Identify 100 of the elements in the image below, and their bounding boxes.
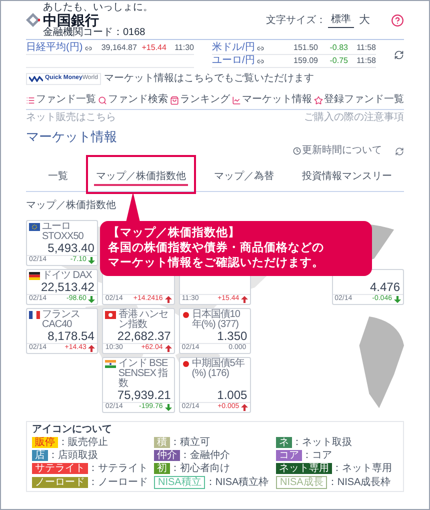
tab[interactable]: マップ／株価指数他 [94,171,188,186]
ticker-name[interactable]: ユーロ/円 [212,56,255,66]
bag-icon [170,96,179,104]
ticker-change: +15.44 [140,42,166,54]
flag-icon [29,311,40,319]
tab[interactable]: 一覧 [46,171,70,186]
refresh-icon[interactable] [395,146,404,156]
legend-badge: コア [276,450,302,461]
flag-icon [105,311,116,319]
index-value: 22,513.42 [41,281,94,294]
section-title: マップ／株価指数他 [26,200,117,212]
tab[interactable]: 投資情報マンスリー [300,171,394,186]
bank-tagline: あしたも、いっしょに。 [43,2,153,12]
ticker-name[interactable]: 米ドル/円 [212,43,255,53]
legend-description: ：販売停止 [58,437,108,448]
up-arrow-icon [241,404,248,411]
ticker-time: 11:30 [174,42,194,54]
legend-description: ：ネット取扱 [292,437,352,448]
down-arrow-icon [88,257,96,264]
link-icon [256,58,264,64]
bank-logo-icon [26,13,40,27]
ticker-value: 159.09 [292,55,318,67]
line-chart-icon [232,96,241,104]
ticker-value: 39,164.87 [100,42,137,54]
down-arrow-icon [88,296,96,303]
legend-badge: 積 [154,437,170,448]
clock-icon [293,147,301,155]
link-icon [84,44,92,52]
bank-code: 金融機関コード：0168 [43,28,146,38]
down-arrow-icon [164,404,172,411]
tab[interactable]: マップ／為替 [212,171,276,186]
search-icon [98,96,107,104]
index-name: ドイツ DAX [42,271,92,281]
list-icon [26,96,35,104]
index-value: 4.476 [370,281,400,294]
font-size-option[interactable]: 標準 [328,12,354,28]
legend-badge: ノーロード [32,477,88,488]
font-size-label: 文字サイズ： [266,14,326,28]
legend-badge: 店 [32,450,48,461]
ticker-time: 11:58 [356,42,376,54]
legend-description: ：NISA成長枠 [327,477,391,488]
down-arrow-icon [394,296,401,303]
flag-icon [182,360,190,368]
wave-logo-icon [29,76,43,82]
bank-name: 中国銀行 [43,12,100,28]
index-name: フランス CAC40 [42,310,81,330]
legend-badge: NISA積立 [154,476,206,489]
flag-icon [182,311,190,319]
legend-badge: サテライト [32,463,88,474]
index-name: ユーロSTOXX50 [42,222,84,242]
index-value: 22,682.37 [117,330,171,343]
nav-link[interactable]: マーケット情報 [232,94,312,106]
up-arrow-icon [164,296,172,303]
callout-text: 【マップ／株価指数他】 [108,226,241,241]
flag-icon [105,360,116,368]
legend-badge: 初 [154,463,170,474]
legend-description: ：ノーロード [88,477,148,488]
legend-badge: 販停 [32,437,58,448]
page-title: マーケット情報 [26,129,118,144]
ticker-value: 151.50 [292,42,318,54]
nav-link[interactable]: ランキング [170,94,230,106]
up-arrow-icon [164,345,172,352]
update-note[interactable]: 更新時間について [302,145,382,157]
ticker-change: -0.75 [328,55,348,67]
legend-description: ：サテライト [88,463,148,474]
index-value: 8,178.54 [48,330,94,343]
link-icon [256,44,264,52]
legend-description: ：積立可 [170,437,210,448]
index-name: 中期国債5年(%) (176) [192,359,246,379]
legend-badge: 仲介 [154,450,180,461]
ticker-time: 11:58 [356,55,376,67]
legend-description: ：コア [302,450,332,461]
legend-description: ：金融仲介 [180,450,230,461]
legend-description: ：店頭取扱 [48,450,98,461]
index-value: 1.350 [217,330,248,343]
nav-link[interactable]: ファンド検索 [98,94,168,106]
index-name: インド BSE SENSEX 指数 [118,359,169,389]
index-name: 香港 ハンセン指数 [118,310,170,330]
legend-badge: ネ [276,437,292,448]
flag-icon [29,272,40,280]
star-icon [314,96,323,104]
callout-text: 各国の株価指数や債券・商品価格などの [108,241,325,256]
index-value: 5,493.40 [48,242,94,255]
legend-description: ：初心者向け [170,463,230,474]
index-value: 75,939.21 [117,389,171,402]
up-arrow-icon [241,296,248,303]
up-arrow-icon [88,345,96,352]
legend-badge: ネット専用 [276,463,332,474]
quick-notice: マーケット情報はこちらでもご覧いただけます [104,72,314,86]
ticker-name[interactable]: 日経平均(円) [26,43,83,53]
legend-description: ：NISA積立枠 [205,477,269,488]
legend-title: アイコンについて [32,424,113,436]
legend-badge: NISA成長 [276,476,328,489]
font-size-option[interactable]: 大 [356,12,373,28]
nav-link[interactable]: 登録ファンド一覧 [314,94,404,106]
index-name: 日本国債10年(%) (377) [192,310,241,330]
refresh-icon[interactable] [394,50,404,60]
help-icon[interactable] [391,14,404,26]
nav-link[interactable]: ファンド一覧 [26,94,96,106]
callout-text: マーケット情報をご確認いただけます。 [108,256,325,271]
